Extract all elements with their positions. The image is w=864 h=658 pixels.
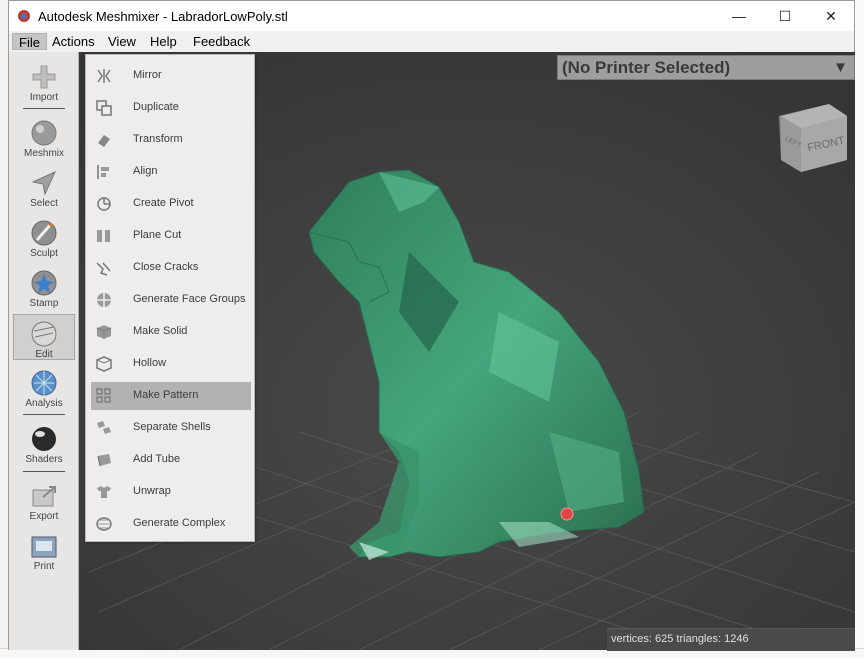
- edit-menu-item-duplicate[interactable]: Duplicate: [91, 94, 251, 122]
- pattern-icon: [96, 388, 111, 403]
- face-groups-icon: [97, 293, 111, 307]
- sculpt-icon: [31, 220, 57, 246]
- menu-view[interactable]: View: [102, 33, 142, 50]
- tool-select[interactable]: Select: [13, 164, 75, 210]
- edit-menu-item-hollow[interactable]: Hollow: [91, 350, 251, 378]
- edit-menu-panel: Mirror Duplicate Transform Align Create …: [85, 54, 255, 542]
- hollow-icon: [96, 356, 112, 372]
- edit-menu-item-unwrap[interactable]: Unwrap: [91, 478, 251, 506]
- tool-meshmix[interactable]: Meshmix: [13, 114, 75, 160]
- mesh-stats: vertices: 625 triangles: 1246: [611, 633, 749, 645]
- edit-menu-item-mirror[interactable]: Mirror: [91, 62, 251, 90]
- toolbar-divider: [23, 471, 65, 472]
- separate-shells-icon: [97, 421, 111, 434]
- tool-analysis[interactable]: Analysis: [13, 364, 75, 410]
- edit-menu-item-separate-shells[interactable]: Separate Shells: [91, 414, 251, 442]
- tool-label: Meshmix: [23, 148, 64, 159]
- tool-sculpt[interactable]: Sculpt: [13, 214, 75, 260]
- transform-icon: [98, 135, 110, 147]
- duplicate-icon: [96, 100, 112, 116]
- tool-edit[interactable]: Edit: [13, 314, 75, 360]
- tool-shaders[interactable]: Shaders: [13, 420, 75, 466]
- meshmixer-window: Autodesk Meshmixer - LabradorLowPoly.stl…: [8, 0, 855, 651]
- pivot-point[interactable]: [560, 507, 574, 521]
- select-icon: [31, 170, 57, 196]
- tool-export[interactable]: Export: [13, 477, 75, 523]
- tool-label: Shaders: [25, 454, 63, 465]
- tool-label: Select: [30, 198, 58, 209]
- edit-menu-item-make-pattern[interactable]: Make Pattern: [91, 382, 251, 410]
- plane-cut-icon: [97, 230, 110, 242]
- menu-feedback[interactable]: Feedback: [187, 33, 256, 50]
- menu-bar: File Actions View Help Feedback: [9, 31, 854, 52]
- export-icon: [32, 486, 56, 507]
- edit-menu-item-close-cracks[interactable]: Close Cracks: [91, 254, 251, 282]
- edit-menu-item-transform[interactable]: Transform: [91, 126, 251, 154]
- printer-label: (No Printer Selected): [562, 58, 731, 77]
- meshmixer-logo-icon: [18, 10, 30, 22]
- shaders-icon: [32, 427, 56, 451]
- mesh-stats-bar: vertices: 625 triangles: 1246: [607, 628, 855, 651]
- window-title: Autodesk Meshmixer - LabradorLowPoly.stl: [38, 9, 288, 24]
- menu-help[interactable]: Help: [144, 33, 183, 50]
- tool-label: Import: [29, 92, 59, 103]
- maximize-button[interactable]: ☐: [762, 1, 808, 31]
- pivot-icon: [97, 197, 111, 211]
- analysis-icon: [31, 370, 57, 396]
- tool-print[interactable]: Print: [13, 527, 75, 573]
- tool-label: Sculpt: [30, 248, 58, 259]
- tool-label: Edit: [35, 349, 53, 360]
- tool-label: Export: [29, 511, 59, 522]
- view-cube[interactable]: FRONT LEFT: [779, 104, 847, 172]
- meshmix-icon: [31, 120, 57, 146]
- print-icon: [31, 536, 57, 558]
- title-bar[interactable]: Autodesk Meshmixer - LabradorLowPoly.stl…: [9, 1, 854, 31]
- complex-icon: [96, 517, 112, 531]
- desktop-background-right: [855, 0, 864, 657]
- edit-menu-item-create-pivot[interactable]: Create Pivot: [91, 190, 251, 218]
- tool-stamp[interactable]: Stamp: [13, 264, 75, 310]
- edit-icon: [31, 321, 57, 347]
- align-icon: [97, 165, 109, 179]
- import-icon: [32, 65, 56, 89]
- tube-icon: [97, 454, 111, 467]
- menu-file[interactable]: File: [12, 33, 47, 50]
- close-cracks-icon: [96, 262, 111, 276]
- stamp-icon: [31, 270, 57, 296]
- tool-label: Print: [33, 561, 55, 572]
- tool-label: Stamp: [29, 298, 59, 309]
- menu-actions[interactable]: Actions: [46, 33, 101, 50]
- printer-selector[interactable]: (No Printer Selected) ▼: [557, 55, 855, 80]
- edit-menu-item-add-tube[interactable]: Add Tube: [91, 446, 251, 474]
- toolbar-divider: [23, 414, 65, 415]
- tool-label: Analysis: [25, 398, 63, 409]
- edit-menu-item-generate-face-groups[interactable]: Generate Face Groups: [91, 286, 251, 314]
- left-toolbar: Import Meshmix Select Sculpt Stamp Edit …: [9, 52, 79, 650]
- edit-menu-item-generate-complex[interactable]: Generate Complex: [91, 510, 251, 538]
- mirror-icon: [97, 69, 111, 83]
- edit-menu-item-make-solid[interactable]: Make Solid: [91, 318, 251, 346]
- unwrap-icon: [97, 486, 111, 498]
- make-solid-icon: [96, 325, 112, 339]
- minimize-button[interactable]: —: [716, 1, 762, 31]
- close-button[interactable]: ✕: [808, 1, 854, 31]
- chevron-down-icon: ▼: [833, 59, 848, 76]
- edit-menu-item-plane-cut[interactable]: Plane Cut: [91, 222, 251, 250]
- edit-menu-item-align[interactable]: Align: [91, 158, 251, 186]
- toolbar-divider: [23, 108, 65, 109]
- tool-import[interactable]: Import: [13, 58, 75, 104]
